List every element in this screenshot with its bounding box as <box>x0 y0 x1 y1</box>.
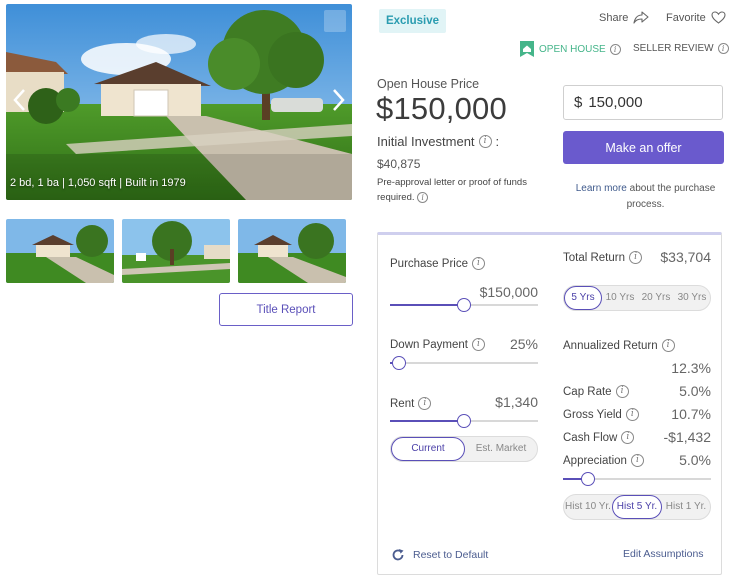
cash-flow-row: Cash Flow i <box>563 431 635 444</box>
exclusive-badge: Exclusive <box>379 9 446 33</box>
appreciation-row: Appreciation i <box>563 454 644 467</box>
rent-mode-option[interactable]: Current <box>391 437 465 461</box>
period-option[interactable]: 10 Yrs <box>602 286 638 310</box>
purchase-price-label: Purchase Price <box>390 257 468 270</box>
gallery-thumbnail[interactable] <box>238 219 346 283</box>
title-report-button[interactable]: Title Report <box>219 293 353 326</box>
down-payment-label: Down Payment <box>390 338 468 351</box>
open-house-price-label: Open House Price <box>377 77 480 91</box>
cap-rate-row: Cap Rate i <box>563 385 629 398</box>
hist-option[interactable]: Hist 5 Yr. <box>612 495 662 519</box>
period-option[interactable]: 30 Yrs <box>674 286 710 310</box>
annualized-return-label: Annualized Return <box>563 339 658 352</box>
purchase-price-info-icon[interactable]: i <box>471 257 485 270</box>
gallery-thumbnail[interactable] <box>6 219 114 283</box>
annualized-return-value: 12.3% <box>671 360 711 376</box>
rent-mode-toggle: Current Est. Market <box>390 436 538 462</box>
total-return-value: $33,704 <box>660 249 711 265</box>
rent-slider-handle[interactable] <box>457 414 471 428</box>
purchase-price-row: Purchase Price i <box>390 257 485 270</box>
down-payment-row: Down Payment i <box>390 338 485 351</box>
gross-yield-info-icon[interactable]: i <box>625 408 639 421</box>
seller-review-info-icon[interactable]: i <box>717 43 729 54</box>
initial-investment-label: Initial Investment <box>377 134 475 149</box>
appreciation-slider-handle[interactable] <box>581 472 596 486</box>
offer-currency-symbol: $ <box>574 94 583 111</box>
period-option[interactable]: 5 Yrs <box>564 286 602 310</box>
open-house-indicator: OPEN HOUSE i <box>519 40 621 58</box>
preapproval-note: Pre-approval letter or proof of funds re… <box>377 175 527 205</box>
reset-label: Reset to Default <box>413 549 489 561</box>
cap-rate-label: Cap Rate <box>563 385 612 398</box>
cash-flow-label: Cash Flow <box>563 431 618 444</box>
down-payment-slider-handle[interactable] <box>391 356 406 370</box>
period-option[interactable]: 20 Yrs <box>638 286 674 310</box>
hist-option[interactable]: Hist 1 Yr. <box>662 495 710 519</box>
down-payment-slider[interactable] <box>390 356 538 370</box>
total-return-info-icon[interactable]: i <box>629 251 643 264</box>
annualized-return-row: Annualized Return i <box>563 339 675 352</box>
make-offer-button[interactable]: Make an offer <box>563 131 724 164</box>
open-house-label: OPEN HOUSE <box>539 43 606 55</box>
open-house-icon <box>520 41 534 57</box>
share-label: Share <box>599 11 629 24</box>
share-icon <box>633 11 649 24</box>
next-photo-arrow-icon[interactable] <box>326 82 350 118</box>
preapproval-text: Pre-approval letter or proof of funds re… <box>377 177 527 203</box>
gallery-thumbnail[interactable] <box>122 219 230 283</box>
cash-flow-info-icon[interactable]: i <box>621 431 635 444</box>
appreciation-label: Appreciation <box>563 454 627 467</box>
initial-investment-label-row: Initial Investment i : <box>377 134 499 149</box>
open-house-price: $150,000 <box>376 91 507 126</box>
appreciation-slider[interactable] <box>563 472 711 486</box>
cap-rate-value: 5.0% <box>679 383 711 399</box>
return-period-toggle: 5 Yrs 10 Yrs 20 Yrs 30 Yrs <box>563 285 711 311</box>
down-payment-value: 25% <box>509 336 538 352</box>
purchase-price-slider[interactable] <box>390 298 538 312</box>
annualized-return-info-icon[interactable]: i <box>661 339 675 352</box>
appreciation-info-icon[interactable]: i <box>630 454 644 467</box>
house-photo <box>6 4 352 200</box>
rent-mode-option[interactable]: Est. Market <box>465 437 537 461</box>
total-return-row: Total Return i <box>563 251 643 264</box>
reset-to-default-button[interactable]: Reset to Default <box>391 548 488 562</box>
historical-period-toggle: Hist 10 Yr. Hist 5 Yr. Hist 1 Yr. <box>563 494 711 520</box>
share-button[interactable]: Share <box>599 11 649 24</box>
favorite-button[interactable]: Favorite <box>666 11 726 24</box>
hist-option[interactable]: Hist 10 Yr. <box>564 495 612 519</box>
rent-slider[interactable] <box>390 414 538 428</box>
learn-more-text: Learn more about the purchase process. <box>563 181 728 213</box>
offer-amount-value[interactable]: 150,000 <box>588 94 642 111</box>
preapproval-info-icon[interactable]: i <box>417 191 429 203</box>
seller-review-indicator: SELLER REVIEW i <box>633 43 729 54</box>
appreciation-value: 5.0% <box>679 452 711 468</box>
initial-investment-info-icon[interactable]: i <box>478 135 492 148</box>
prev-photo-arrow-icon[interactable] <box>8 82 32 118</box>
reset-icon <box>392 549 404 561</box>
gross-yield-row: Gross Yield i <box>563 408 639 421</box>
favorite-label: Favorite <box>666 11 706 24</box>
initial-investment-value: $40,875 <box>377 157 421 171</box>
gross-yield-value: 10.7% <box>671 406 711 422</box>
cap-rate-info-icon[interactable]: i <box>615 385 629 398</box>
rent-info-icon[interactable]: i <box>418 397 432 410</box>
total-return-label: Total Return <box>563 251 626 264</box>
hero-photo[interactable] <box>6 4 352 200</box>
offer-amount-field[interactable]: $ 150,000 <box>563 85 723 120</box>
learn-more-link[interactable]: Learn more <box>576 183 627 194</box>
open-house-info-icon[interactable]: i <box>609 43 621 55</box>
rent-value: $1,340 <box>495 394 538 410</box>
rent-row: Rent i <box>390 397 432 410</box>
fullscreen-icon[interactable] <box>324 10 346 32</box>
cash-flow-value: -$1,432 <box>663 429 711 445</box>
initial-investment-colon: : <box>495 134 500 149</box>
rent-label: Rent <box>390 397 415 410</box>
edit-assumptions-link[interactable]: Edit Assumptions <box>623 548 704 560</box>
gross-yield-label: Gross Yield <box>563 408 622 421</box>
heart-icon <box>711 11 726 24</box>
seller-review-label: SELLER REVIEW <box>633 43 714 54</box>
learn-more-rest: about the purchase process. <box>626 183 716 210</box>
purchase-price-slider-handle[interactable] <box>457 298 471 312</box>
